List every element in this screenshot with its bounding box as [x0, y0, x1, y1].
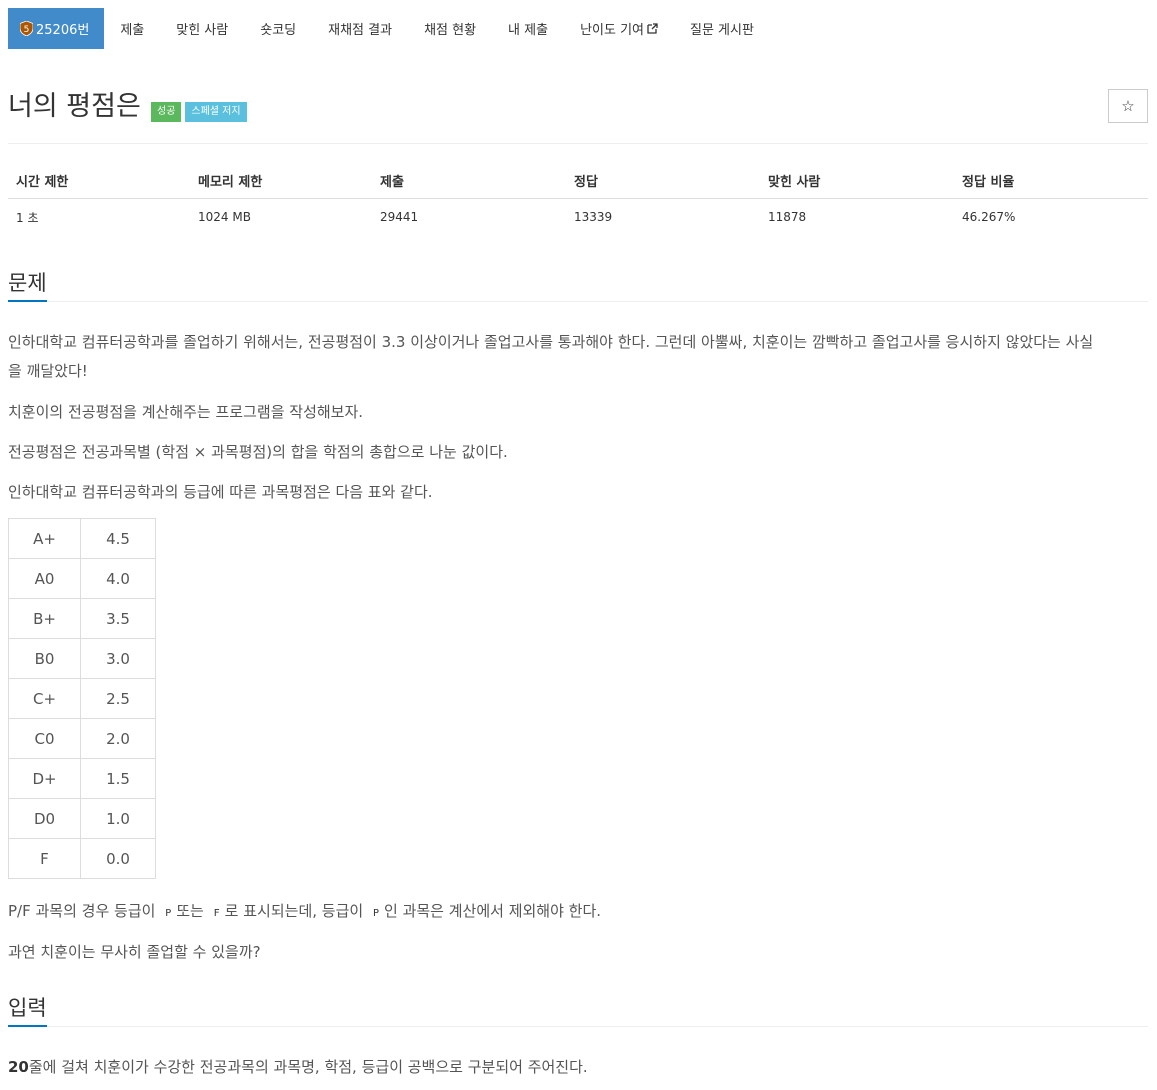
nav-rejudge-results[interactable]: 재채점 결과	[312, 8, 408, 49]
grade-row: D+ 1.5	[8, 758, 156, 799]
problem-nav: 5 25206번 제출 맞힌 사람 숏코딩 재채점 결과 채점 현황 내 제출 …	[8, 8, 770, 49]
description-line-1b: 을 깨달았다!	[8, 362, 88, 380]
grade-point-cell: 2.0	[80, 718, 156, 759]
grade-cell: B0	[8, 638, 81, 679]
stats-submissions: 29441	[380, 210, 419, 224]
grade-point-cell: 4.5	[80, 518, 156, 559]
stats-time-limit: 1 초	[16, 210, 39, 225]
nav-difficulty-label: 난이도 기여	[580, 23, 644, 38]
problem-page: 5 25206번 제출 맞힌 사람 숏코딩 재채점 결과 채점 현황 내 제출 …	[0, 0, 1157, 1090]
pf-text-a: P/F 과목의 경우 등급이	[8, 902, 156, 920]
title-divider	[8, 143, 1148, 144]
grade-point-cell: 1.0	[80, 798, 156, 839]
input-description-text: 줄에 걸쳐 치훈이가 수강한 전공과목의 과목명, 학점, 등급이 공백으로 구…	[28, 1058, 588, 1076]
stats-header-correct: 정답	[574, 174, 598, 190]
input-line-count: 20	[8, 1058, 29, 1076]
description-paragraph-4: 인하대학교 컴퓨터공학과의 등급에 따른 과목평점은 다음 표와 같다.	[8, 483, 433, 501]
star-icon: ☆	[1121, 97, 1135, 115]
grade-cell: C+	[8, 678, 81, 719]
stats-correct: 13339	[574, 210, 613, 224]
problem-title: 너의 평점은	[8, 91, 141, 122]
pf-text-c: 로 표시되는데, 등급이	[224, 902, 364, 920]
input-description: 20줄에 걸쳐 치훈이가 수강한 전공과목의 과목명, 학점, 등급이 공백으로…	[8, 1053, 1153, 1082]
grade-point-cell: 4.0	[80, 558, 156, 599]
nav-judge-status[interactable]: 채점 현황	[408, 8, 492, 49]
grade-row: B+ 3.5	[8, 598, 156, 639]
nav-difficulty-contribution[interactable]: 난이도 기여	[564, 8, 674, 49]
status-badge-success: 성공	[151, 102, 182, 122]
nav-problem-id[interactable]: 5 25206번	[8, 8, 105, 49]
grade-cell: C0	[8, 718, 81, 759]
description-line-1a: 인하대학교 컴퓨터공학과를 졸업하기 위해서는, 전공평점이 3.3 이상이거나…	[8, 333, 1094, 351]
grade-cell: D0	[8, 798, 81, 839]
problem-section-title: 문제	[8, 266, 47, 302]
description-paragraph-5: P/F 과목의 경우 등급이 P 또는 F 로 표시되는데, 등급이 P 인 과목은 …	[8, 897, 1153, 928]
external-link-icon	[647, 23, 658, 34]
stats-memory-limit: 1024 MB	[198, 210, 251, 224]
nav-submit[interactable]: 제출	[104, 8, 160, 49]
stats-header-ratio: 정답 비율	[962, 174, 1015, 190]
grade-row: A+ 4.5	[8, 518, 156, 559]
nav-solved-users[interactable]: 맞힌 사람	[160, 8, 244, 49]
stats-header-submissions: 제출	[380, 174, 404, 190]
input-section-title: 입력	[8, 991, 47, 1027]
description-paragraph-1: 인하대학교 컴퓨터공학과를 졸업하기 위해서는, 전공평점이 3.3 이상이거나…	[8, 328, 1153, 386]
grade-row: C0 2.0	[8, 718, 156, 759]
grade-table-body: A+ 4.5 A0 4.0 B+ 3.5 B0 3.0 C+ 2.5 C0 2.0 D+ 1.5 D0 1.0…	[8, 518, 156, 879]
code-p-1: P	[165, 908, 172, 919]
grade-point-cell: 2.5	[80, 678, 156, 719]
problem-section-header: 문제	[8, 266, 1148, 302]
tier-number: 5	[24, 25, 30, 35]
problem-stats-table: 시간 제한 메모리 제한 제출 정답 맞힌 사람 정답 비율 1 초 1024 …	[8, 162, 1148, 235]
nav-question-board[interactable]: 질문 게시판	[674, 8, 770, 49]
stats-header-memory: 메모리 제한	[198, 174, 263, 190]
problem-badges: 성공 스페셜 저지	[151, 102, 247, 122]
grade-point-cell: 3.0	[80, 638, 156, 679]
stats-header-time: 시간 제한	[16, 174, 69, 190]
input-section-header: 입력	[8, 991, 1148, 1027]
grade-cell: D+	[8, 758, 81, 799]
stats-value-row: 1 초 1024 MB 29441 13339 11878 46.267%	[8, 199, 1148, 235]
problem-id-label: 25206번	[36, 23, 90, 38]
grade-point-cell: 1.5	[80, 758, 156, 799]
grade-point-cell: 3.5	[80, 598, 156, 639]
grade-row: F 0.0	[8, 838, 156, 879]
description-paragraph-6: 과연 치훈이는 무사히 졸업할 수 있을까?	[8, 943, 261, 961]
grade-row: D0 1.0	[8, 798, 156, 839]
pf-text-b: 또는	[176, 902, 204, 920]
status-badge-special-judge: 스페셜 저지	[185, 102, 247, 122]
tier-shield-icon: 5	[20, 21, 33, 36]
description-paragraph-3: 전공평점은 전공과목별 (학점 × 과목평점)의 합을 학점의 총합으로 나눈 …	[8, 443, 508, 461]
stats-header-row: 시간 제한 메모리 제한 제출 정답 맞힌 사람 정답 비율	[8, 162, 1148, 199]
grade-cell: A0	[8, 558, 81, 599]
grade-cell: B+	[8, 598, 81, 639]
stats-solvers: 11878	[768, 210, 807, 224]
grade-row: A0 4.0	[8, 558, 156, 599]
title-row: 너의 평점은 성공 스페셜 저지 ☆	[8, 88, 1148, 128]
grade-row: B0 3.0	[8, 638, 156, 679]
grade-point-cell: 0.0	[80, 838, 156, 879]
favorite-button[interactable]: ☆	[1108, 89, 1148, 123]
pf-text-d: 인 과목은 계산에서 제외해야 한다.	[384, 902, 602, 920]
grade-row: C+ 2.5	[8, 678, 156, 719]
stats-header-solvers: 맞힌 사람	[768, 174, 821, 190]
description-paragraph-2: 치훈이의 전공평점을 계산해주는 프로그램을 작성해보자.	[8, 403, 364, 421]
stats-ratio: 46.267%	[962, 210, 1016, 224]
grade-cell: F	[8, 838, 81, 879]
nav-short-coding[interactable]: 숏코딩	[244, 8, 312, 49]
nav-my-submissions[interactable]: 내 제출	[492, 8, 564, 49]
code-f: F	[213, 908, 220, 919]
grade-table: A+ 4.5 A0 4.0 B+ 3.5 B0 3.0 C+ 2.5 C0 2.0 D+ 1.5 D0 1.0…	[8, 518, 156, 879]
grade-cell: A+	[8, 518, 81, 559]
code-p-2: P	[372, 908, 379, 919]
